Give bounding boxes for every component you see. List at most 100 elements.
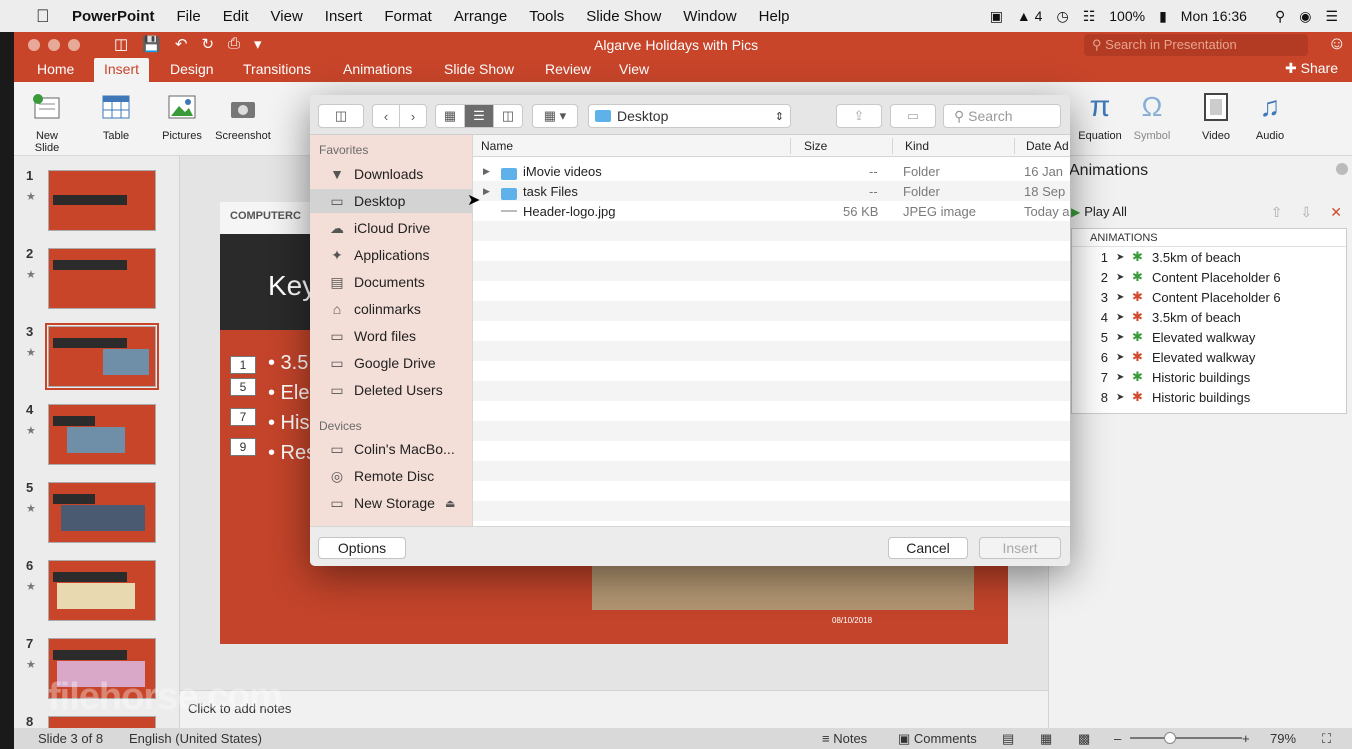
disclosure-triangle-icon[interactable]: ▶ <box>483 186 490 197</box>
battery-percent[interactable]: 100% <box>1109 8 1145 24</box>
table-button[interactable]: Table <box>94 90 138 142</box>
sidebar-item-colinmarks[interactable]: ⌂ colinmarks <box>310 297 472 321</box>
menu-app-name[interactable]: PowerPoint <box>72 8 155 25</box>
notification-center-icon[interactable]: ☰ <box>1325 8 1338 25</box>
animation-order-badge[interactable]: 5 <box>230 378 256 396</box>
options-button[interactable]: Options <box>318 537 406 559</box>
play-all-button[interactable]: ▶ Play All <box>1071 204 1127 219</box>
menu-arrange[interactable]: Arrange <box>454 8 507 25</box>
customize-toolbar-icon[interactable]: ▾ <box>254 35 262 53</box>
file-row[interactable]: Header-logo.jpg 56 KB JPEG image Today a <box>473 201 1070 221</box>
tab-insert[interactable]: Insert <box>94 58 150 82</box>
animation-item[interactable]: 4 ➤ ✱ 3.5km of beach <box>1072 307 1346 327</box>
close-pane-button[interactable] <box>1336 163 1348 175</box>
sidebar-item-deleted-users[interactable]: ▭ Deleted Users <box>310 378 472 402</box>
back-button[interactable]: ‹ <box>372 104 400 128</box>
screenshot-button[interactable]: Screenshot <box>212 90 274 142</box>
menu-window[interactable]: Window <box>683 8 736 25</box>
move-up-icon[interactable]: ⇧ <box>1271 204 1283 221</box>
minimize-window-button[interactable] <box>48 39 60 51</box>
slide-thumbnail-3[interactable]: 3 ★ <box>14 323 179 394</box>
slide-thumbnail-2[interactable]: 2 ★ <box>14 246 179 316</box>
symbol-button[interactable]: Ω Symbol <box>1130 90 1174 142</box>
menu-insert[interactable]: Insert <box>325 8 363 25</box>
column-kind[interactable]: Kind <box>905 139 929 153</box>
screen-record-icon[interactable]: ▣ <box>990 8 1003 25</box>
cancel-button[interactable]: Cancel <box>888 537 968 559</box>
tab-animations[interactable]: Animations <box>343 61 412 77</box>
dialog-search-input[interactable]: ⚲ Search <box>943 104 1061 128</box>
sidebar-toggle-button[interactable]: ◫ <box>318 104 364 128</box>
tab-design[interactable]: Design <box>170 61 214 77</box>
sidebar-item-new-storage[interactable]: ▭ New Storage ⏏ <box>310 491 472 515</box>
menu-format[interactable]: Format <box>384 8 432 25</box>
move-down-icon[interactable]: ⇩ <box>1301 204 1313 221</box>
clock[interactable]: Mon 16:36 <box>1181 8 1247 24</box>
eject-icon[interactable]: ⏏ <box>445 497 455 510</box>
language-indicator[interactable]: English (United States) <box>129 731 262 746</box>
undo-icon[interactable]: ↶ <box>175 35 188 53</box>
tags-button[interactable]: ▭ <box>890 104 936 128</box>
slide-bullet[interactable]: • 3.5 <box>268 352 308 375</box>
comments-toggle[interactable]: ▣ Comments <box>898 731 977 747</box>
animation-item[interactable]: 7 ➤ ✱ Historic buildings <box>1072 367 1346 387</box>
slide-bullet[interactable]: • Ele <box>268 382 309 405</box>
column-view-button[interactable]: ◫ <box>493 104 523 128</box>
file-row[interactable]: ▶ task Files -- Folder 18 Sep <box>473 181 1070 201</box>
menu-view[interactable]: View <box>271 8 303 25</box>
list-view-button[interactable]: ☰ <box>464 104 494 128</box>
menu-edit[interactable]: Edit <box>223 8 249 25</box>
sidebar-item-remote-disc[interactable]: ◎ Remote Disc <box>310 464 472 488</box>
file-row[interactable]: ▶ iMovie videos -- Folder 16 Jan <box>473 161 1070 181</box>
slide-thumbnail-5[interactable]: 5 ★ <box>14 480 179 550</box>
slide-sorter-icon[interactable]: ▦ <box>1040 731 1052 747</box>
zoom-slider-track[interactable] <box>1130 737 1242 739</box>
time-machine-icon[interactable]: ◷ <box>1056 8 1068 25</box>
reading-view-icon[interactable]: ▩ <box>1078 731 1090 747</box>
zoom-in-button[interactable]: + <box>1242 731 1250 746</box>
apple-icon[interactable]:  <box>36 6 56 27</box>
video-button[interactable]: Video <box>1194 90 1238 142</box>
tab-view[interactable]: View <box>619 61 649 77</box>
notes-area[interactable]: Click to add notes <box>180 690 1048 728</box>
sidebar-item-icloud-drive[interactable]: ☁ iCloud Drive <box>310 216 472 240</box>
zoom-out-button[interactable]: – <box>1114 731 1121 746</box>
zoom-slider-thumb[interactable] <box>1164 732 1176 744</box>
siri-icon[interactable]: ◉ <box>1299 8 1311 25</box>
sidebar-item-word-files[interactable]: ▭ Word files <box>310 324 472 348</box>
slide-thumbnail-1[interactable]: 1 ★ <box>14 168 179 238</box>
tab-slide-show[interactable]: Slide Show <box>444 61 514 77</box>
menu-help[interactable]: Help <box>759 8 790 25</box>
location-selector[interactable]: Desktop ⇕ <box>588 104 791 128</box>
sidebar-toggle-icon[interactable]: ◫ <box>114 35 128 53</box>
fit-to-window-icon[interactable]: ⛶ <box>1322 731 1331 747</box>
equation-button[interactable]: π Equation <box>1074 90 1126 142</box>
sidebar-item-downloads[interactable]: ▼ Downloads <box>310 162 472 186</box>
slide-thumbnail-6[interactable]: 6 ★ <box>14 558 179 628</box>
insert-button[interactable]: Insert <box>979 537 1061 559</box>
icon-view-button[interactable]: ▦ <box>435 104 465 128</box>
share-button-dialog[interactable]: ⇪ <box>836 104 882 128</box>
column-name[interactable]: Name <box>481 139 513 153</box>
slide-bullet[interactable]: • His <box>268 412 309 435</box>
tab-home[interactable]: Home <box>37 61 74 77</box>
slide-title[interactable]: Key <box>268 270 316 302</box>
print-icon[interactable]: ⎙ <box>228 35 240 53</box>
zoom-level[interactable]: 79% <box>1270 731 1296 746</box>
tab-transitions[interactable]: Transitions <box>243 61 311 77</box>
audio-button[interactable]: ♫ Audio <box>1250 90 1290 142</box>
wifi-icon[interactable]: ☷ <box>1083 8 1096 25</box>
notes-toggle[interactable]: ≡ Notes <box>822 731 867 746</box>
zoom-window-button[interactable] <box>68 39 80 51</box>
animation-item[interactable]: 5 ➤ ✱ Elevated walkway <box>1072 327 1346 347</box>
sidebar-item-documents[interactable]: ▤ Documents <box>310 270 472 294</box>
share-button[interactable]: ✚ Share <box>1285 60 1338 77</box>
tab-review[interactable]: Review <box>545 61 591 77</box>
delete-animation-icon[interactable]: ✕ <box>1330 204 1342 221</box>
menu-file[interactable]: File <box>177 8 201 25</box>
slide-thumbnail-4[interactable]: 4 ★ <box>14 402 179 472</box>
search-presentation-input[interactable]: ⚲ Search in Presentation <box>1084 34 1308 56</box>
animation-item[interactable]: 2 ➤ ✱ Content Placeholder 6 <box>1072 267 1346 287</box>
redo-icon[interactable]: ↻ <box>201 35 214 53</box>
normal-view-icon[interactable]: ▤ <box>1002 731 1014 747</box>
